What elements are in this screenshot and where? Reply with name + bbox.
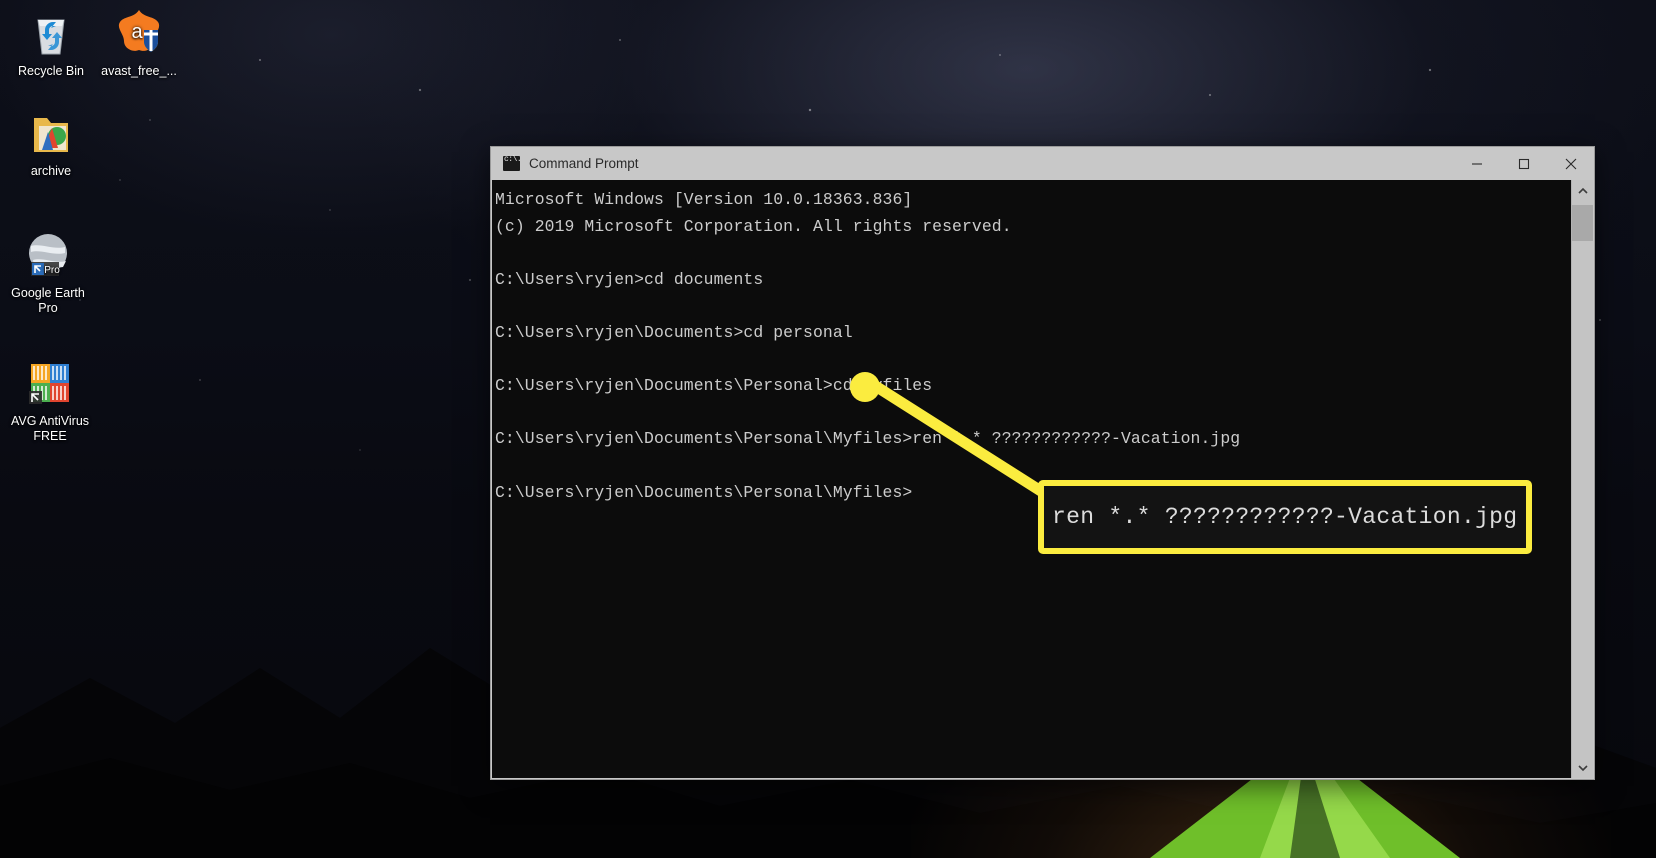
desktop-icon-archive[interactable]: archive (8, 108, 94, 179)
recycle-bin-icon (26, 8, 76, 58)
desktop-icon-avast-free[interactable]: a avast_free_... (96, 8, 182, 79)
close-button[interactable] (1547, 147, 1594, 180)
svg-text:Pro: Pro (44, 265, 60, 276)
svg-text:a: a (131, 21, 143, 43)
window-controls (1453, 147, 1594, 180)
desktop: Recycle Bin a avast_free_... archive Pro… (0, 0, 1656, 858)
desktop-icon-avg-antivirus-free[interactable]: AVG AntiVirus FREE (2, 358, 98, 444)
avg-antivirus-icon (25, 358, 75, 408)
desktop-icon-google-earth-pro[interactable]: Pro Google Earth Pro (5, 230, 91, 316)
scrollbar-thumb[interactable] (1572, 205, 1593, 241)
terminal-scrollbar[interactable] (1571, 180, 1593, 778)
window-title: Command Prompt (529, 156, 639, 171)
desktop-icon-recycle-bin[interactable]: Recycle Bin (8, 8, 94, 79)
scroll-down-button[interactable] (1572, 757, 1593, 778)
window-titlebar[interactable]: Command Prompt (491, 147, 1594, 180)
google-earth-pro-icon: Pro (23, 230, 73, 280)
maximize-button[interactable] (1500, 147, 1547, 180)
avast-antivirus-icon: a (114, 8, 164, 58)
command-prompt-icon (503, 155, 521, 171)
terminal-body[interactable]: Microsoft Windows [Version 10.0.18363.83… (492, 180, 1593, 778)
folder-archive-icon (26, 108, 76, 158)
desktop-icon-label: Google Earth Pro (11, 286, 85, 315)
minimize-button[interactable] (1453, 147, 1500, 180)
desktop-icon-label: AVG AntiVirus FREE (10, 414, 90, 443)
desktop-icon-label: avast_free_... (101, 64, 177, 78)
scrollbar-track[interactable] (1572, 201, 1593, 757)
desktop-icon-label: archive (30, 164, 72, 178)
command-prompt-window[interactable]: Command Prompt Microsoft Windows [Versio… (490, 146, 1595, 780)
scroll-up-button[interactable] (1572, 180, 1593, 201)
terminal-output[interactable]: Microsoft Windows [Version 10.0.18363.83… (492, 180, 1571, 778)
desktop-icon-label: Recycle Bin (18, 64, 84, 78)
